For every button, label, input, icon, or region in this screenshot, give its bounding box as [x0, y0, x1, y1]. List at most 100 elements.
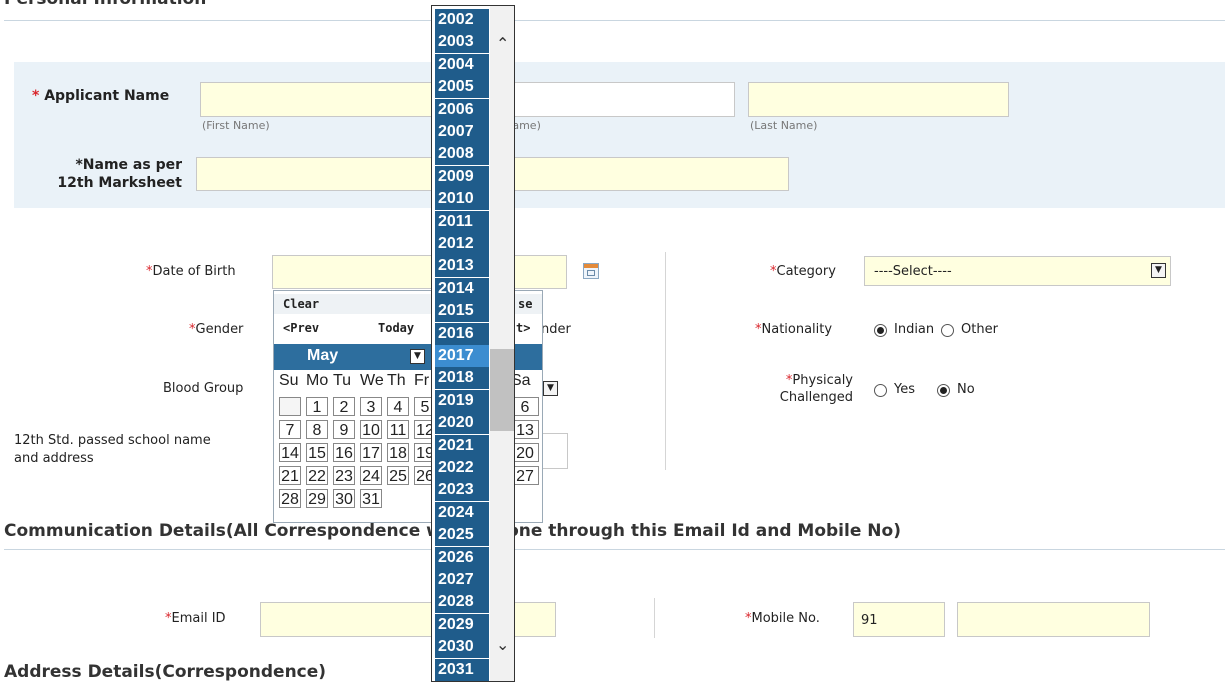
mobile-code-input[interactable]: 91	[853, 602, 945, 637]
day-cell[interactable]: 13	[511, 420, 539, 439]
empty-day-cell	[279, 397, 301, 416]
close-button[interactable]: se	[518, 297, 532, 311]
scrollbar-thumb[interactable]	[490, 349, 514, 431]
chevron-down-icon[interactable]: ▼	[410, 349, 425, 364]
weekday-tu: Tu	[333, 372, 352, 389]
year-option[interactable]: 2012	[435, 233, 489, 255]
email-label: *Email ID	[165, 611, 226, 626]
day-cell[interactable]: 24	[360, 466, 382, 485]
day-cell[interactable]: 11	[387, 420, 409, 439]
year-option[interactable]: 2009	[435, 165, 489, 188]
weekday-fr: Fr	[414, 372, 430, 389]
today-button[interactable]: Today	[378, 321, 414, 335]
dob-input[interactable]	[272, 255, 567, 289]
year-option[interactable]: 2020	[435, 412, 489, 435]
calendar-icon[interactable]	[583, 263, 599, 279]
day-cell[interactable]: 15	[306, 443, 328, 462]
weekday-mo: Mo	[306, 372, 329, 389]
last-name-input[interactable]	[748, 82, 1009, 117]
day-cell[interactable]: 17	[360, 443, 382, 462]
next-button[interactable]: t>	[516, 321, 530, 335]
year-option[interactable]: 2013	[435, 255, 489, 278]
mobile-number-input[interactable]	[957, 602, 1150, 637]
year-option[interactable]: 2004	[435, 53, 489, 76]
day-cell[interactable]: 7	[279, 420, 301, 439]
year-option[interactable]: 2029	[435, 613, 489, 636]
year-option[interactable]: 2017	[435, 345, 489, 367]
year-option[interactable]: 2011	[435, 210, 489, 233]
year-option[interactable]: 2008	[435, 143, 489, 166]
physically-no-label: No	[957, 382, 975, 397]
first-name-input[interactable]	[200, 82, 440, 117]
day-cell[interactable]: 31	[360, 489, 382, 508]
day-cell[interactable]: 2	[333, 397, 355, 416]
physically-line1-text: Physicaly	[792, 373, 853, 388]
nationality-indian-radio[interactable]	[874, 324, 887, 337]
category-select[interactable]: ----Select---- ▼	[864, 256, 1171, 286]
column-divider	[665, 252, 666, 470]
year-scrollbar[interactable]: ⌃ ⌄	[490, 6, 514, 681]
year-option[interactable]: 2027	[435, 569, 489, 591]
day-cell[interactable]: 4	[387, 397, 409, 416]
day-cell[interactable]: 23	[333, 466, 355, 485]
section-title-personal: Personal Information	[4, 0, 206, 9]
day-cell[interactable]: 30	[333, 489, 355, 508]
clear-button[interactable]: Clear	[283, 297, 319, 311]
physically-yes-radio[interactable]	[874, 384, 887, 397]
chevron-up-icon[interactable]: ⌃	[496, 36, 509, 52]
day-cell[interactable]: 16	[333, 443, 355, 462]
year-option[interactable]: 2005	[435, 76, 489, 99]
mobile-label: *Mobile No.	[745, 611, 820, 626]
year-option[interactable]: 2014	[435, 277, 489, 300]
gender-other-label: nder	[541, 322, 571, 337]
nationality-other-radio[interactable]	[941, 324, 954, 337]
year-option[interactable]: 2019	[435, 389, 489, 412]
column-divider	[654, 598, 655, 638]
day-cell[interactable]: 18	[387, 443, 409, 462]
physically-no-radio[interactable]	[937, 384, 950, 397]
middle-name-input[interactable]	[505, 82, 735, 117]
prev-button[interactable]: <Prev	[283, 321, 319, 335]
day-cell[interactable]: 3	[360, 397, 382, 416]
year-option[interactable]: 2024	[435, 501, 489, 524]
year-option[interactable]: 2025	[435, 524, 489, 547]
weekday-th: Th	[387, 372, 406, 389]
day-cell[interactable]: 21	[279, 466, 301, 485]
year-option[interactable]: 2007	[435, 121, 489, 143]
year-option[interactable]: 2016	[435, 322, 489, 345]
year-option[interactable]: 2018	[435, 367, 489, 390]
day-cell[interactable]: 22	[306, 466, 328, 485]
day-cell[interactable]: 6	[511, 397, 539, 416]
year-option[interactable]: 2031	[435, 658, 489, 681]
year-option[interactable]: 2021	[435, 434, 489, 457]
day-cell[interactable]: 25	[387, 466, 409, 485]
year-option[interactable]: 2015	[435, 300, 489, 323]
day-cell[interactable]: 27	[511, 466, 539, 485]
chevron-down-icon[interactable]: ▼	[543, 381, 558, 396]
month-select[interactable]: May	[307, 347, 338, 365]
year-option[interactable]: 2030	[435, 636, 489, 659]
section-divider	[4, 549, 1225, 550]
year-option[interactable]: 2002	[435, 9, 489, 31]
physically-yes-label: Yes	[894, 382, 915, 397]
gender-label: *Gender	[189, 322, 244, 337]
year-option[interactable]: 2022	[435, 457, 489, 479]
day-cell[interactable]: 29	[306, 489, 328, 508]
year-option[interactable]: 2006	[435, 98, 489, 121]
year-option[interactable]: 2026	[435, 546, 489, 569]
day-cell[interactable]: 28	[279, 489, 301, 508]
chevron-down-icon[interactable]: ⌄	[496, 637, 509, 653]
year-option[interactable]: 2003	[435, 31, 489, 54]
year-option[interactable]: 2010	[435, 188, 489, 211]
day-cell[interactable]: 14	[279, 443, 301, 462]
day-cell[interactable]: 1	[306, 397, 328, 416]
year-dropdown-list[interactable]: 2002 2003 2004 2005 2006 2007 2008 2009 2010 2011…	[431, 5, 515, 682]
year-option[interactable]: 2028	[435, 591, 489, 614]
weekday-we: We	[360, 372, 384, 389]
day-cell[interactable]: 8	[306, 420, 328, 439]
day-cell[interactable]: 9	[333, 420, 355, 439]
year-option[interactable]: 2023	[435, 479, 489, 502]
day-cell[interactable]: 10	[360, 420, 382, 439]
day-cell[interactable]: 20	[511, 443, 539, 462]
chevron-down-icon: ▼	[1151, 263, 1166, 278]
